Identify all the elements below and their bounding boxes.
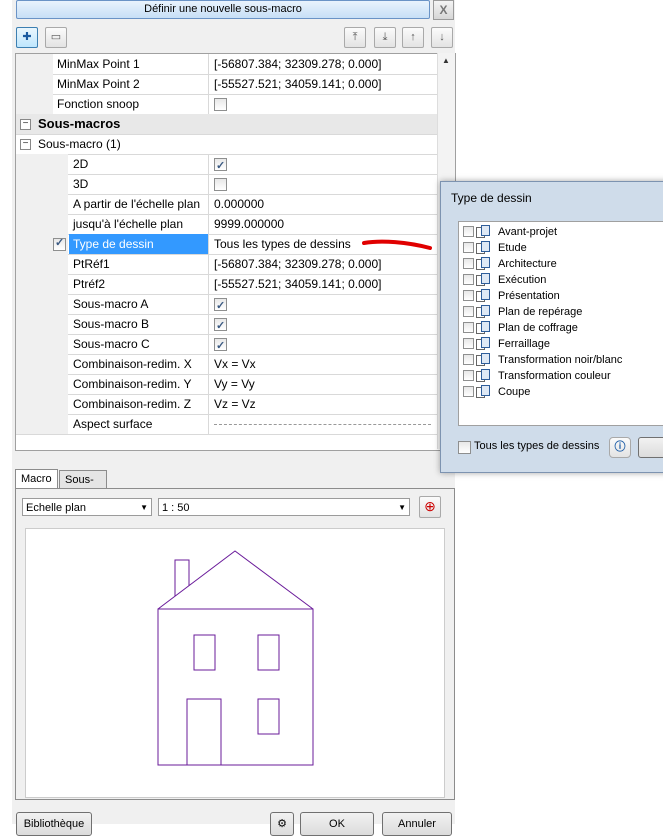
drawing-type-row-checkbox[interactable] [53, 236, 66, 251]
section-submacros[interactable]: − Sous-macros [16, 114, 437, 135]
move-up-icon[interactable]: ↑ [402, 27, 424, 48]
row-scale-to[interactable]: jusqu'à l'échelle plan 9999.000000 [16, 214, 437, 235]
drawing-type-list: Avant-projet Etude Architecture Exécutio… [458, 221, 663, 426]
item-checkbox[interactable] [463, 306, 474, 317]
item-checkbox[interactable] [463, 354, 474, 365]
collapse-icon[interactable]: − [20, 119, 31, 130]
drawing-type-dialog: Type de dessin Avant-projet Etude Archit… [440, 181, 663, 473]
close-icon[interactable]: X [433, 0, 454, 20]
house-drawing [157, 550, 314, 766]
item-checkbox[interactable] [463, 226, 474, 237]
2d-checkbox[interactable] [214, 156, 227, 176]
item-checkbox[interactable] [463, 322, 474, 333]
layer-icon [476, 273, 490, 286]
all-types-checkbox[interactable] [458, 441, 471, 454]
snoop-checkbox[interactable] [214, 98, 227, 111]
scale-ratio-select[interactable]: 1 : 50 ▼ [158, 498, 410, 516]
layer-icon [476, 337, 490, 350]
crosshair-icon[interactable]: ⊕ [419, 496, 441, 518]
row-resize-x[interactable]: Combinaison-redim. X Vx = Vx [16, 354, 437, 375]
move-top-icon[interactable]: ⤒ [344, 27, 366, 48]
collapse-icon[interactable]: − [20, 139, 31, 150]
all-types-label: Tous les types de dessins [474, 440, 600, 452]
row-surface-aspect[interactable]: Aspect surface [16, 414, 437, 435]
item-checkbox[interactable] [463, 242, 474, 253]
item-checkbox[interactable] [463, 386, 474, 397]
item-checkbox[interactable] [463, 338, 474, 349]
add-icon[interactable]: ✚ [16, 27, 38, 48]
item-checkbox[interactable] [463, 274, 474, 285]
row-submacro-a[interactable]: Sous-macro A [16, 294, 437, 316]
row-submacro-b[interactable]: Sous-macro B [16, 314, 437, 336]
remove-icon[interactable]: ▭ [45, 27, 67, 48]
red-annotation-mark [362, 239, 432, 250]
row-resize-y[interactable]: Combinaison-redim. Y Vy = Vy [16, 374, 437, 395]
row-3d[interactable]: 3D [16, 174, 437, 195]
3d-checkbox[interactable] [214, 178, 227, 191]
submacro-c-checkbox[interactable] [214, 336, 227, 356]
item-checkbox[interactable] [463, 370, 474, 381]
row-snoop[interactable]: Fonction snoop [16, 94, 437, 115]
item-checkbox[interactable] [463, 258, 474, 269]
move-down-icon[interactable]: ↓ [431, 27, 453, 48]
chevron-down-icon: ▼ [398, 503, 406, 512]
row-resize-z[interactable]: Combinaison-redim. Z Vz = Vz [16, 394, 437, 415]
row-ptref2[interactable]: Ptréf2 [-55527.521; 34059.141; 0.000] [16, 274, 437, 295]
dialog-title: Type de dessin [451, 191, 532, 205]
layer-icon [476, 353, 490, 366]
layer-icon [476, 305, 490, 318]
layer-icon [476, 385, 490, 398]
submacro-a-checkbox[interactable] [214, 296, 227, 316]
layer-icon [476, 225, 490, 238]
row-minmax-1[interactable]: MinMax Point 1 [-56807.384; 32309.278; 0… [16, 54, 437, 75]
left-edge [0, 0, 12, 824]
scroll-up-icon[interactable]: ▲ [442, 56, 450, 65]
define-submacro-button[interactable]: Définir une nouvelle sous-macro [16, 0, 430, 19]
layer-icon [476, 369, 490, 382]
row-minmax-2[interactable]: MinMax Point 2 [-55527.521; 34059.141; 0… [16, 74, 437, 95]
layer-icon [476, 257, 490, 270]
tab-macro[interactable]: Macro [15, 469, 58, 490]
move-bottom-icon[interactable]: ⤓ [374, 27, 396, 48]
layer-icon [476, 289, 490, 302]
row-2d[interactable]: 2D [16, 154, 437, 176]
cancel-button[interactable]: Annuler [382, 812, 452, 836]
info-icon[interactable]: ⓘ [609, 437, 631, 458]
row-ptref1[interactable]: PtRéf1 [-56807.384; 32309.278; 0.000] [16, 254, 437, 275]
chevron-down-icon: ▼ [140, 503, 148, 512]
scale-type-select[interactable]: Echelle plan ▼ [22, 498, 152, 516]
library-button[interactable]: Bibliothèque [16, 812, 92, 836]
group-submacro-1[interactable]: − Sous-macro (1) [16, 134, 437, 155]
macro-preview-canvas [25, 528, 445, 798]
tab-submacros[interactable]: Sous-macros [59, 470, 108, 505]
layer-icon [476, 241, 490, 254]
ok-button[interactable]: OK [300, 812, 374, 836]
gear-icon[interactable]: ⚙ [270, 812, 294, 836]
dialog-button[interactable] [638, 437, 663, 458]
row-scale-from[interactable]: A partir de l'échelle plan 0.000000 [16, 194, 437, 215]
property-grid: MinMax Point 1 [-56807.384; 32309.278; 0… [15, 53, 456, 451]
item-checkbox[interactable] [463, 290, 474, 301]
row-submacro-c[interactable]: Sous-macro C [16, 334, 437, 356]
submacro-b-checkbox[interactable] [214, 316, 227, 336]
layer-icon [476, 321, 490, 334]
